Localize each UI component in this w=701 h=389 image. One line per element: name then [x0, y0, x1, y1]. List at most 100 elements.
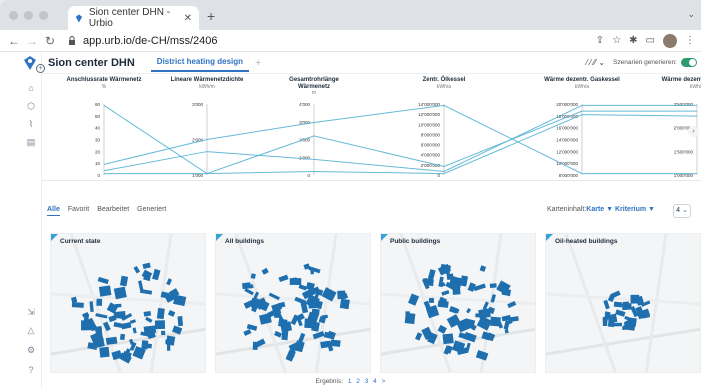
map-thumbnail — [216, 234, 370, 372]
forward-icon[interactable]: → — [24, 34, 40, 48]
tab-bearbeitet[interactable]: Bearbeitet — [97, 206, 129, 216]
building-block — [113, 286, 127, 300]
scenario-card[interactable]: All buildings — [215, 233, 371, 373]
home-icon[interactable]: ⌂ — [25, 82, 37, 94]
building-block — [278, 318, 288, 328]
cube-icon[interactable]: ⬡ — [25, 100, 37, 112]
building-block — [277, 301, 286, 309]
map-content-selector[interactable]: Karteninhalt:Karte ▼ Kriterium ▼ — [547, 206, 655, 213]
building-block — [466, 307, 471, 314]
avatar[interactable] — [663, 33, 677, 48]
browser-tab[interactable]: Sion center DHN - Urbio ✕ — [68, 6, 199, 30]
tick-label: 30 — [95, 138, 101, 143]
building-block — [289, 278, 302, 286]
road — [149, 234, 173, 372]
building-block — [252, 341, 258, 350]
tick-label: 10'000'000 — [556, 161, 578, 166]
menu-icon[interactable]: ⋮ — [685, 35, 695, 46]
building-block — [142, 262, 151, 269]
tab-favorit[interactable]: Favorit — [68, 206, 89, 216]
page-3[interactable]: 3 — [365, 378, 369, 385]
page-4[interactable]: 4 — [373, 378, 377, 385]
help-icon[interactable]: ? — [25, 364, 37, 376]
draw-tools-icon[interactable]: ⁄ ⁄ ⁄⁄ ⌄ — [586, 58, 605, 67]
building-block — [71, 302, 84, 308]
page-next[interactable]: > — [382, 378, 386, 385]
export-icon[interactable]: ⇲ — [25, 306, 37, 318]
building-block — [501, 288, 512, 297]
building-block — [71, 296, 78, 304]
building-block — [89, 301, 94, 313]
urbio-favicon-icon — [75, 14, 83, 22]
urbio-logo-icon[interactable] — [23, 56, 37, 70]
card-title: Current state — [60, 238, 101, 245]
building-block — [166, 278, 173, 286]
chevron-down-icon[interactable]: ⌄ — [687, 9, 695, 20]
building-block — [251, 298, 259, 309]
page-1[interactable]: 1 — [348, 378, 352, 385]
card-marker-icon — [216, 234, 223, 241]
scenario-toggle[interactable] — [681, 58, 697, 67]
parallel-coordinates-chart: Anschlussrate Wärmenetz% Lineare Wärmenet… — [42, 74, 701, 181]
building-block — [113, 321, 123, 328]
building-block — [304, 318, 314, 329]
map-dropdown[interactable]: Karte ▼ — [586, 206, 613, 213]
chart-svg[interactable]: 01020304050601'0002'0003'00001'0002'0003… — [42, 74, 701, 181]
tick-label: 20 — [95, 149, 101, 154]
building-block — [132, 327, 137, 334]
tick-label: 10 — [95, 161, 101, 166]
tab-district-heating[interactable]: District heating design — [150, 53, 250, 72]
page-2[interactable]: 2 — [356, 378, 360, 385]
building-block — [298, 284, 308, 291]
card-title: Public buildings — [390, 238, 441, 245]
new-tab-icon[interactable]: + — [207, 8, 215, 24]
table-icon[interactable]: ▤ — [25, 136, 37, 148]
tick-label: 50 — [95, 114, 101, 119]
map-thumbnail — [51, 234, 205, 372]
building-block — [311, 308, 320, 316]
building-block — [96, 298, 103, 306]
building-block — [622, 301, 630, 307]
tab-title: Sion center DHN - Urbio — [88, 7, 171, 29]
warning-icon[interactable]: △ — [25, 324, 37, 336]
criterion-dropdown[interactable]: Kriterium ▼ — [615, 206, 655, 213]
building-block — [145, 316, 153, 323]
address-bar[interactable]: app.urb.io/de-CH/mss/2406 — [68, 35, 218, 47]
back-icon[interactable]: ← — [6, 34, 22, 48]
column-count-select[interactable]: 4 ⌄ — [673, 204, 691, 218]
tab-alle[interactable]: Alle — [47, 206, 60, 216]
chevron-right-icon[interactable]: › — [688, 126, 699, 137]
scenario-card[interactable]: Current state — [50, 233, 206, 373]
building-block — [330, 339, 341, 347]
map-thumbnail — [381, 234, 535, 372]
building-block — [119, 333, 126, 341]
reload-icon[interactable]: ↻ — [42, 34, 58, 48]
building-block — [119, 275, 129, 287]
sidepanel-icon[interactable]: ▭ — [646, 35, 655, 46]
window-controls[interactable] — [9, 11, 48, 20]
building-block — [405, 311, 411, 319]
building-block — [479, 265, 487, 272]
building-block — [97, 276, 109, 285]
tick-label: 12'000'000 — [556, 149, 578, 154]
gear-icon[interactable]: ⚙ — [25, 344, 37, 356]
building-block — [442, 333, 454, 345]
star-icon[interactable]: ☆ — [612, 35, 621, 46]
chevron-down-icon: ⌄ — [680, 207, 688, 214]
building-block — [242, 282, 252, 290]
add-tab-icon[interactable]: + — [255, 57, 261, 69]
tab-generiert[interactable]: Generiert — [137, 206, 166, 216]
building-block — [261, 267, 269, 275]
close-icon[interactable]: ✕ — [184, 13, 192, 24]
extensions-icon[interactable]: ✱ — [629, 35, 637, 46]
chart-icon[interactable]: ⌇ — [25, 118, 37, 130]
scenario-cards: Current state All buildings Public buildin… — [50, 233, 701, 373]
scenario-card[interactable]: Public buildings — [380, 233, 536, 373]
building-block — [437, 324, 447, 334]
building-block — [121, 322, 132, 330]
building-block — [475, 350, 489, 361]
lock-icon — [69, 36, 75, 45]
tick-label: 6'000'000 — [421, 143, 441, 148]
scenario-card[interactable]: Oil-heated buildings — [545, 233, 701, 373]
share-icon[interactable]: ⇪ — [596, 35, 604, 46]
